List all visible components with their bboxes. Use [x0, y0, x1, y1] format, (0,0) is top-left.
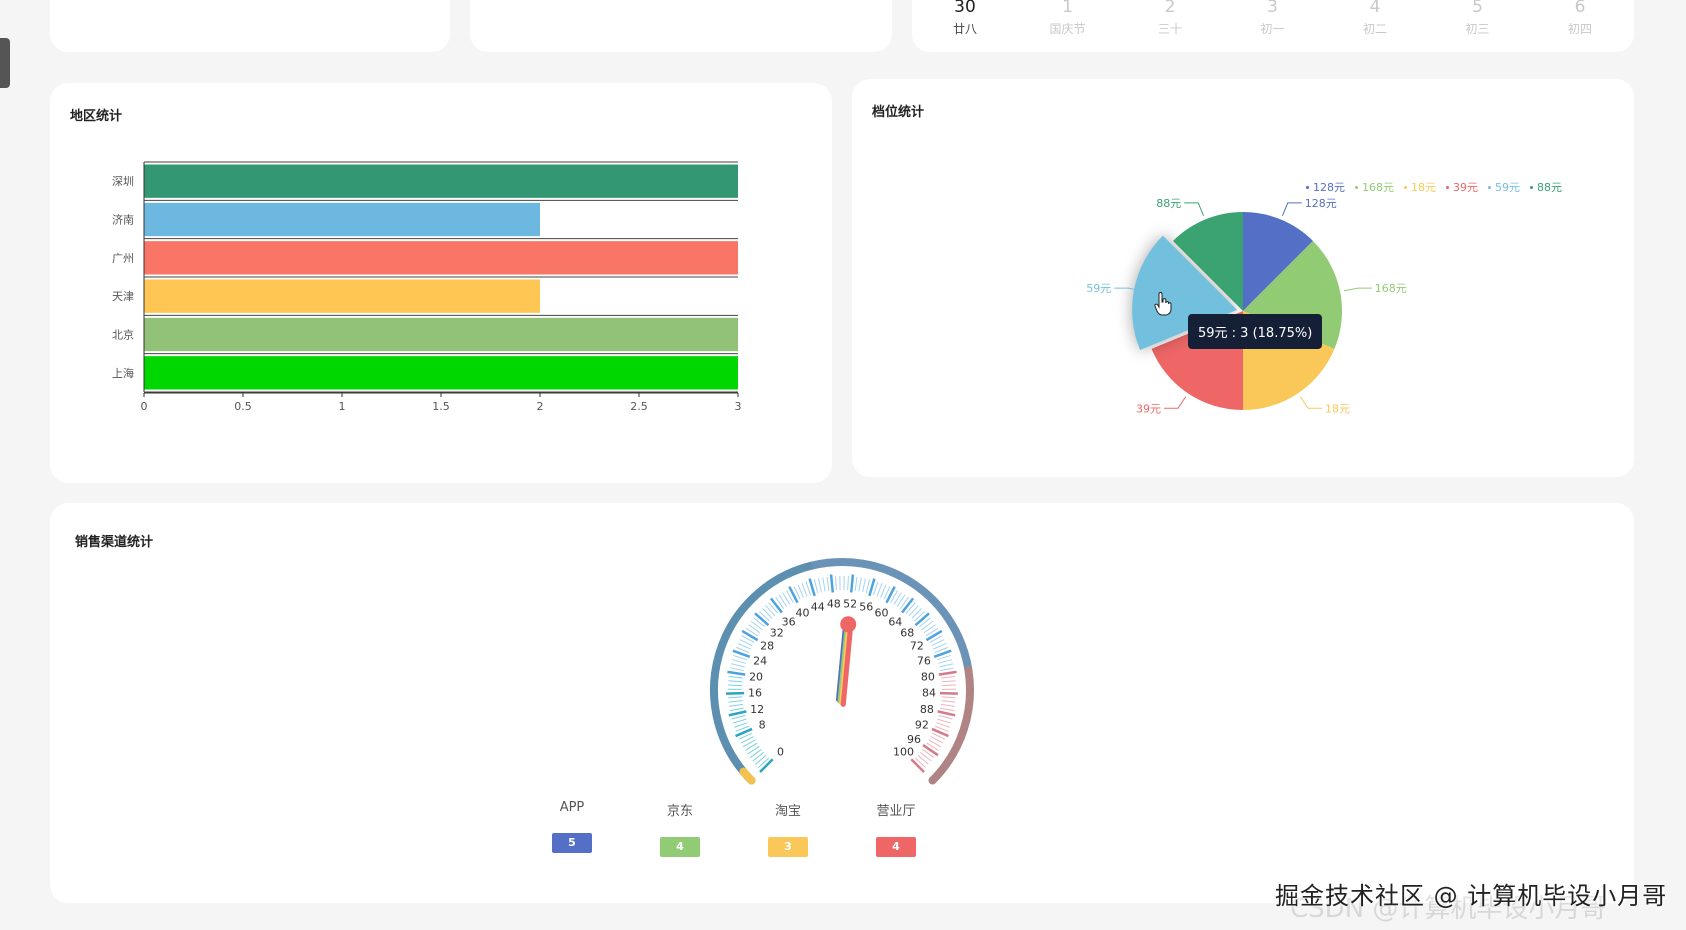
- channel-stats-card: 销售渠道统计: [50, 503, 1634, 903]
- watermark: 掘金技术社区 @ 计算机毕设小月哥: [1275, 882, 1668, 910]
- gauge-series-item[interactable]: 营业厅 4: [856, 800, 936, 857]
- calendar-day[interactable]: 30 廿八: [935, 0, 995, 37]
- y-tick-label: 广州: [112, 252, 134, 265]
- bar[interactable]: [144, 356, 739, 390]
- tier-stats-card: 档位统计 128元 168元 18元 39元 59元 88元 128元 168元 18元 39元…: [852, 79, 1634, 477]
- bar[interactable]: [144, 241, 739, 275]
- calendar-day-lunar: 初二: [1362, 22, 1387, 36]
- bar[interactable]: [144, 164, 739, 198]
- calendar-day-number: 2: [1164, 0, 1176, 17]
- pie-label-line: [1299, 396, 1323, 409]
- bar[interactable]: [144, 279, 541, 313]
- top-card-2: [470, 0, 892, 52]
- calendar-day-number: 4: [1369, 0, 1381, 17]
- calendar-day[interactable]: 1 国庆节: [1038, 0, 1098, 37]
- pie-label-line: [1184, 202, 1205, 217]
- calendar-day-lunar: 三十: [1157, 22, 1182, 36]
- calendar-day[interactable]: 4 初二: [1345, 0, 1405, 37]
- pie-label: 59元: [1086, 282, 1111, 295]
- gauge-series-name: APP: [559, 800, 585, 815]
- pie-tooltip: 59元 : 3 (18.75%): [1188, 314, 1323, 349]
- x-tick-label: 3: [735, 400, 742, 413]
- calendar-day[interactable]: 3 初一: [1243, 0, 1303, 37]
- pie-label: 168元: [1375, 282, 1407, 295]
- gauge-series-item[interactable]: 京东 4: [640, 800, 720, 857]
- gauge-series-value: 3: [768, 837, 808, 857]
- region-bar-chart: 深圳济南广州天津北京上海 0 0.5 1 1.5 2 2.5 3: [112, 161, 742, 413]
- y-tick-label: 济南: [112, 213, 134, 227]
- gauge-series-value: 4: [660, 837, 700, 857]
- calendar-day-lunar: 初三: [1465, 22, 1490, 36]
- calendar-day-number: 1: [1062, 0, 1073, 17]
- hand-cursor-icon: [1154, 292, 1172, 316]
- y-tick-label: 上海: [112, 366, 134, 380]
- x-tick-label: 2.5: [630, 400, 648, 413]
- calendar-day-lunar: 国庆节: [1049, 22, 1086, 36]
- pie-label-line: [1281, 202, 1302, 217]
- calendar-day-lunar: 廿八: [952, 22, 977, 36]
- y-tick-label: 深圳: [112, 175, 134, 188]
- calendar-day-lunar: 初一: [1260, 22, 1285, 36]
- gauge-series-item[interactable]: 淘宝 3: [748, 800, 828, 857]
- calendar-day[interactable]: 2 三十: [1140, 0, 1200, 37]
- gauge-series-item[interactable]: APP 5: [532, 800, 612, 853]
- pie-label: 39元: [1136, 402, 1161, 415]
- x-tick-label: 1: [339, 400, 346, 413]
- top-card-1: [50, 0, 450, 52]
- gauge-series-value: 4: [876, 837, 916, 857]
- x-tick-label: 0.5: [234, 400, 252, 413]
- gauge-series-name: 京东: [666, 804, 693, 819]
- pie-label: 18元: [1325, 402, 1350, 415]
- gauge-series-name: 营业厅: [876, 804, 916, 819]
- calendar-day-number: 30: [954, 0, 976, 17]
- bar[interactable]: [144, 202, 541, 237]
- calendar-day-number: 3: [1267, 0, 1278, 17]
- calendar-day-lunar: 初四: [1567, 22, 1592, 36]
- calendar-day[interactable]: 6 初四: [1550, 0, 1610, 37]
- tier-pie-chart: 128元 168元 18元 39元 59元 88元: [1086, 197, 1407, 415]
- x-tick-label: 0: [141, 400, 148, 413]
- x-tick-label: 2: [537, 400, 544, 413]
- pie-label-line: [1343, 287, 1372, 292]
- x-tick-label: 1.5: [432, 400, 450, 413]
- gauge-series-name: 淘宝: [774, 804, 801, 819]
- channel-stats-title: 销售渠道统计: [75, 535, 154, 550]
- pie-label: 128元: [1305, 197, 1337, 210]
- bar[interactable]: [144, 317, 739, 352]
- calendar-day[interactable]: 5 初三: [1448, 0, 1508, 37]
- side-drawer-handle[interactable]: [0, 38, 10, 88]
- gauge-series-value: 5: [552, 833, 592, 853]
- calendar-day-number: 6: [1574, 0, 1586, 17]
- pie-label: 88元: [1156, 197, 1181, 210]
- pie-label-line: [1163, 396, 1187, 409]
- region-stats-card: 地区统计 深圳 济南 广州 天津 北京 上海 0 0.5 1 1.5 2 2.5 3: [50, 83, 832, 483]
- calendar-day-number: 5: [1472, 0, 1483, 17]
- y-tick-label: 北京: [112, 328, 134, 342]
- calendar-card: 30 廿八 1 国庆节 2 三十 3 初一 4 初二 5 初三 6 初四: [912, 0, 1634, 52]
- y-tick-label: 天津: [112, 290, 134, 303]
